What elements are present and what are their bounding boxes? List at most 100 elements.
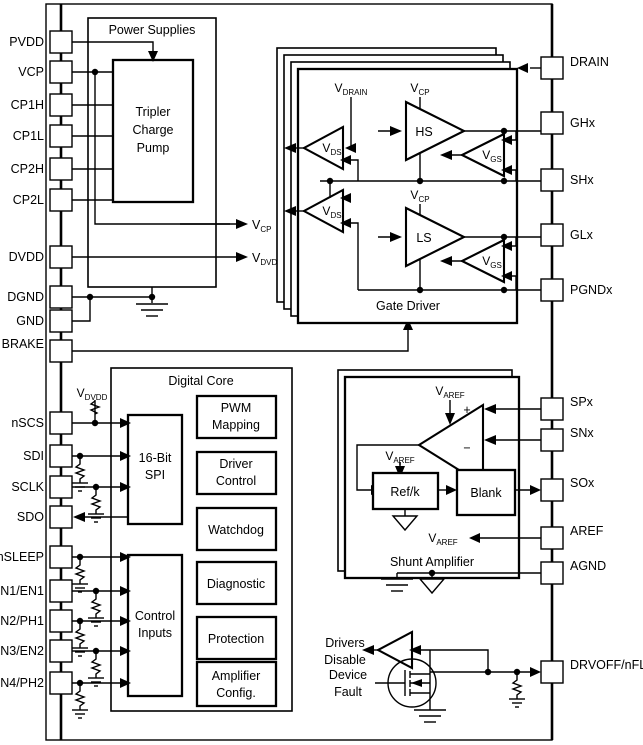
- pin-dgnd[interactable]: DGND: [7, 285, 73, 309]
- control-inputs-line1: Control: [135, 609, 175, 623]
- spi-line2: SPI: [145, 468, 165, 482]
- ground-net-left: [72, 287, 168, 322]
- pin-label-cp1h: CP1H: [11, 98, 44, 112]
- pin-label-aref: AREF: [570, 524, 604, 538]
- gate-driver-stack: Gate Driver VDRAIN VCP HS VDS VGS VCP LS…: [276, 47, 541, 325]
- fault-logic-block: Drivers Disable Device Fault: [324, 630, 541, 723]
- pin-label-shx: SHx: [570, 173, 594, 187]
- pin-label-spx: SPx: [570, 395, 594, 409]
- power-supplies-title: Power Supplies: [109, 23, 196, 37]
- pin-label-brake: BRAKE: [2, 337, 44, 351]
- pin-label-nscs: nSCS: [11, 416, 44, 430]
- pin-label-snx: SNx: [570, 426, 594, 440]
- pin-label-cp1l: CP1L: [13, 129, 44, 143]
- digital-core-title: Digital Core: [168, 374, 233, 388]
- digital-core-block: Digital Core VDVDD 16-Bit SPI Control In…: [72, 367, 293, 719]
- device-fault-line2: Fault: [334, 685, 362, 699]
- pin-label-vcp: VCP: [18, 65, 44, 79]
- pin-drvoff-nflt[interactable]: DRVOFF/nFLT: [540, 658, 643, 684]
- shunt-amplifier-title: Shunt Amplifier: [390, 555, 474, 569]
- pin-cp2h[interactable]: CP2H: [11, 157, 73, 181]
- pin-sdi[interactable]: SDI: [23, 444, 73, 468]
- pin-in1-en1[interactable]: IN1/EN1: [0, 579, 73, 603]
- pin-label-drvoff-nflt: DRVOFF/nFLT: [570, 658, 643, 672]
- fn5-line2: Config.: [216, 686, 256, 700]
- ref-k-label: Ref/k: [390, 485, 420, 499]
- pin-label-cp2l: CP2L: [13, 193, 44, 207]
- pin-spx[interactable]: SPx: [540, 395, 594, 421]
- pin-pvdd[interactable]: PVDD: [9, 30, 73, 54]
- pin-pgndx[interactable]: PGNDx: [540, 278, 613, 302]
- shunt-amplifier-stack: Shunt Amplifier VAREF + − VAREF Ref/k Bl…: [337, 369, 541, 580]
- spi-line1: 16-Bit: [139, 451, 172, 465]
- pin-sclk[interactable]: SCLK: [11, 475, 73, 499]
- pin-label-sclk: SCLK: [11, 480, 44, 494]
- fn0-line1: PWM: [221, 401, 252, 415]
- pin-sdo[interactable]: SDO: [17, 505, 73, 529]
- pin-label-dgnd: DGND: [7, 290, 44, 304]
- pin-label-gnd: GND: [16, 314, 44, 328]
- ls-label: LS: [416, 231, 431, 245]
- pin-cp1l[interactable]: CP1L: [13, 124, 73, 148]
- pin-vcp[interactable]: VCP: [18, 60, 73, 84]
- pin-brake[interactable]: BRAKE: [2, 337, 73, 363]
- pin-gnd[interactable]: GND: [16, 309, 73, 333]
- pin-aref[interactable]: AREF: [540, 524, 604, 550]
- block-diagram-canvas: Power Supplies Tripler Charge Pump VCP V…: [0, 0, 643, 745]
- pin-label-ghx: GHx: [570, 116, 596, 130]
- agnd-ground-net: [381, 569, 541, 595]
- pin-label-nsleep: nSLEEP: [0, 550, 44, 564]
- blank-label: Blank: [470, 486, 502, 500]
- pin-agnd[interactable]: AGND: [540, 559, 606, 585]
- gate-driver-title: Gate Driver: [376, 299, 440, 313]
- pin-in3-en2[interactable]: IN3/EN2: [0, 639, 73, 663]
- left-pins: PVDD VCP CP1H CP1L CP2H CP2L DVDD DGND G…: [0, 30, 73, 695]
- pin-cp1h[interactable]: CP1H: [11, 93, 73, 117]
- fn1-line2: Control: [216, 474, 256, 488]
- charge-pump-line1: Tripler: [136, 105, 171, 119]
- pin-drain[interactable]: DRAIN: [540, 55, 609, 80]
- device-fault-line1: Device: [329, 668, 367, 682]
- pin-label-pgndx: PGNDx: [570, 283, 613, 297]
- drivers-disable-buffer: [375, 630, 414, 670]
- pin-ghx[interactable]: GHx: [540, 111, 596, 135]
- digital-core-vdvdd-label: VDVDD: [77, 386, 108, 402]
- fn0-line2: Mapping: [212, 418, 260, 432]
- pin-label-dvdd: DVDD: [9, 250, 44, 264]
- pin-label-in3-en2: IN3/EN2: [0, 644, 44, 658]
- pin-label-in1-en1: IN1/EN1: [0, 584, 44, 598]
- pin-in4-ph2[interactable]: IN4/PH2: [0, 671, 73, 695]
- pin-label-cp2h: CP2H: [11, 162, 44, 176]
- pin-label-agnd: AGND: [570, 559, 606, 573]
- pin-cp2l[interactable]: CP2L: [13, 188, 73, 212]
- fn3-line1: Diagnostic: [207, 577, 265, 591]
- right-pins: DRAIN GHx SHx GLx PGNDx SPx SNx SOx AREF…: [540, 55, 643, 684]
- charge-pump-line3: Pump: [137, 141, 170, 155]
- pin-in2-ph1[interactable]: IN2/PH1: [0, 609, 73, 633]
- drivers-disable-line2: Disable: [324, 653, 366, 667]
- pin-label-sox: SOx: [570, 476, 595, 490]
- pin-label-in2-ph1: IN2/PH1: [0, 614, 44, 628]
- charge-pump-line2: Charge: [133, 123, 174, 137]
- pin-snx[interactable]: SNx: [540, 426, 594, 452]
- pin-label-sdo: SDO: [17, 510, 44, 524]
- pin-glx[interactable]: GLx: [540, 223, 594, 247]
- pin-nscs[interactable]: nSCS: [11, 411, 73, 435]
- fn4-line1: Protection: [208, 632, 264, 646]
- opamp-plus-label: +: [463, 403, 470, 417]
- hs-label: HS: [415, 125, 432, 139]
- pin-label-drain: DRAIN: [570, 55, 609, 69]
- pin-shx[interactable]: SHx: [540, 168, 594, 192]
- rail-vcp-label: VCP: [252, 218, 271, 234]
- pin-label-glx: GLx: [570, 228, 594, 242]
- drivers-disable-line1: Drivers: [325, 636, 365, 650]
- fn5-line1: Amplifier: [212, 669, 261, 683]
- pin-label-pvdd: PVDD: [9, 35, 44, 49]
- power-supplies-block: Power Supplies Tripler Charge Pump VCP V…: [72, 17, 283, 288]
- pin-nsleep[interactable]: nSLEEP: [0, 545, 73, 569]
- fn2-line1: Watchdog: [208, 523, 264, 537]
- control-inputs-line2: Inputs: [138, 626, 172, 640]
- pin-label-sdi: SDI: [23, 449, 44, 463]
- pin-sox[interactable]: SOx: [540, 476, 595, 502]
- pin-dvdd[interactable]: DVDD: [9, 245, 73, 269]
